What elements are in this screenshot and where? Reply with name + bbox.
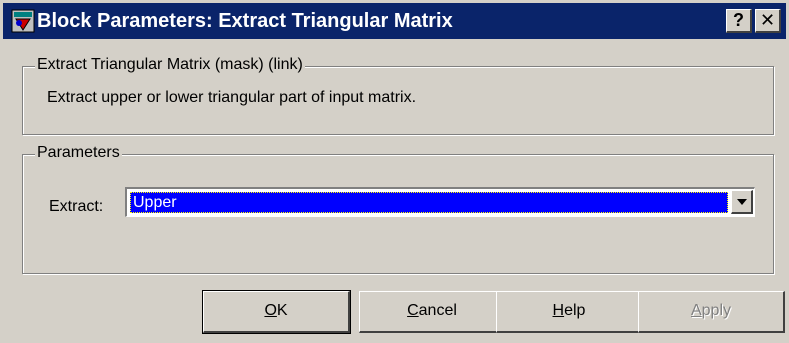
extract-dropdown[interactable]: Upper	[125, 187, 755, 217]
chevron-down-icon	[737, 199, 747, 205]
ok-label-rest: K	[276, 302, 288, 319]
mask-description: Extract upper or lower triangular part o…	[47, 89, 417, 106]
cancel-mnemonic: C	[407, 302, 419, 319]
apply-label-rest: pply	[701, 302, 732, 319]
ok-mnemonic: O	[264, 302, 277, 319]
help-label-rest: elp	[564, 302, 586, 319]
extract-dropdown-value[interactable]: Upper	[130, 192, 728, 213]
mask-description-group: Extract Triangular Matrix (mask) (link) …	[22, 56, 774, 135]
simulink-block-icon	[11, 9, 35, 33]
parameters-group-label: Parameters	[35, 144, 122, 162]
dropdown-arrow-button[interactable]	[731, 190, 753, 214]
help-button[interactable]: Help	[496, 291, 643, 333]
cancel-label-rest: ancel	[418, 302, 457, 319]
window-title: Block Parameters: Extract Triangular Mat…	[37, 10, 453, 32]
close-icon[interactable]: ✕	[755, 9, 781, 33]
extract-label: Extract:	[49, 198, 104, 215]
title-bar[interactable]: Block Parameters: Extract Triangular Mat…	[3, 3, 786, 39]
mask-group-label: Extract Triangular Matrix (mask) (link)	[35, 56, 305, 74]
help-icon[interactable]: ?	[726, 9, 752, 33]
parameters-group: Parameters Extract: Upper	[22, 144, 774, 274]
help-mnemonic: H	[552, 302, 565, 319]
ok-button[interactable]: OK	[202, 290, 351, 334]
apply-button[interactable]: Apply	[638, 291, 785, 333]
cancel-button[interactable]: Cancel	[359, 291, 506, 333]
apply-mnemonic: A	[690, 302, 702, 319]
dialog-window: Block Parameters: Extract Triangular Mat…	[0, 0, 789, 343]
